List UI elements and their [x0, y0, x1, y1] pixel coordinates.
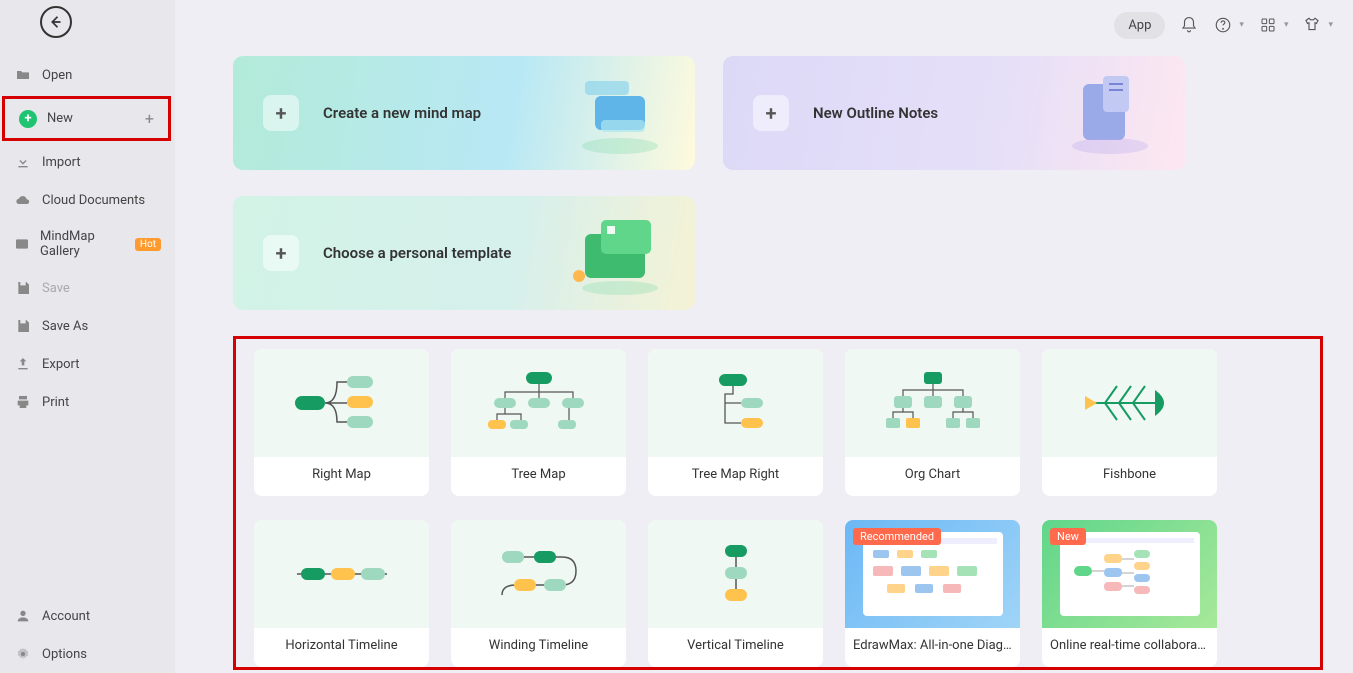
template-label: Tree Map: [451, 457, 626, 496]
template-label: Right Map: [254, 457, 429, 496]
plus-icon: +: [263, 235, 299, 271]
outline-art-icon: [1055, 66, 1165, 160]
sidebar-item-import[interactable]: Import: [0, 143, 175, 181]
cloud-icon: [14, 191, 32, 209]
tree-map-icon: [451, 349, 626, 457]
gear-icon: [14, 645, 32, 663]
plus-icon: +: [145, 109, 154, 128]
right-map-icon: [254, 349, 429, 457]
mindmap-art-icon: [565, 66, 675, 160]
template-label: EdrawMax: All-in-one Diag...: [845, 628, 1020, 667]
template-label: Fishbone: [1042, 457, 1217, 496]
template-tree-map[interactable]: Tree Map: [451, 349, 626, 496]
sidebar-label: Cloud Documents: [42, 193, 145, 208]
plus-icon: +: [753, 95, 789, 131]
card-personal-template[interactable]: + Choose a personal template: [233, 196, 695, 310]
card-outline-notes[interactable]: + New Outline Notes: [723, 56, 1185, 170]
vertical-timeline-icon: [648, 520, 823, 628]
card-title: Create a new mind map: [323, 104, 481, 122]
sidebar-item-cloud[interactable]: Cloud Documents: [0, 181, 175, 219]
sidebar-item-save: Save: [0, 269, 175, 307]
sidebar-label: Options: [42, 647, 87, 662]
template-tree-map-right[interactable]: Tree Map Right: [648, 349, 823, 496]
sidebar-label: Save: [42, 281, 70, 296]
horizontal-timeline-icon: [254, 520, 429, 628]
card-new-mindmap[interactable]: + Create a new mind map: [233, 56, 695, 170]
sidebar-item-saveas[interactable]: Save As: [0, 307, 175, 345]
sidebar-item-account[interactable]: Account: [0, 597, 175, 635]
template-horizontal-timeline[interactable]: Horizontal Timeline: [254, 520, 429, 667]
card-title: Choose a personal template: [323, 244, 511, 262]
sidebar-item-new[interactable]: + New +: [2, 96, 171, 141]
folder-icon: [14, 66, 32, 84]
template-label: Winding Timeline: [451, 628, 626, 667]
template-edrawmax[interactable]: Recommended EdrawMax: All-in-one Diag...: [845, 520, 1020, 667]
fishbone-icon: [1042, 349, 1217, 457]
plus-circle-icon: +: [19, 110, 37, 128]
recommended-badge: Recommended: [853, 528, 941, 545]
main-content: + Create a new mind map + New Outline No…: [175, 0, 1353, 673]
template-right-map[interactable]: Right Map: [254, 349, 429, 496]
saveas-icon: [14, 317, 32, 335]
sidebar-item-options[interactable]: Options: [0, 635, 175, 673]
import-icon: [14, 153, 32, 171]
card-title: New Outline Notes: [813, 104, 938, 122]
save-icon: [14, 279, 32, 297]
sidebar-label: New: [47, 111, 73, 126]
sidebar: Open + New + Import Cloud Documents Mind…: [0, 0, 175, 673]
tree-map-right-icon: [648, 349, 823, 457]
template-label: Online real-time collaborat...: [1042, 628, 1217, 667]
template-grid: Right Map Tree Map Tree Map Right Org Ch…: [233, 336, 1323, 670]
sidebar-label: Save As: [42, 319, 88, 334]
template-winding-timeline[interactable]: Winding Timeline: [451, 520, 626, 667]
sidebar-label: Export: [42, 357, 80, 372]
template-label: Vertical Timeline: [648, 628, 823, 667]
sidebar-label: MindMap Gallery: [40, 229, 125, 259]
sidebar-label: Import: [42, 155, 81, 170]
gallery-icon: [14, 235, 30, 253]
sidebar-item-open[interactable]: Open: [0, 56, 175, 94]
account-icon: [14, 607, 32, 625]
plus-icon: +: [263, 95, 299, 131]
template-online-collab[interactable]: New Online real-time collaborat...: [1042, 520, 1217, 667]
sidebar-label: Print: [42, 395, 69, 410]
template-org-chart[interactable]: Org Chart: [845, 349, 1020, 496]
template-fishbone[interactable]: Fishbone: [1042, 349, 1217, 496]
template-label: Tree Map Right: [648, 457, 823, 496]
new-badge: New: [1050, 528, 1086, 545]
print-icon: [14, 393, 32, 411]
hot-badge: Hot: [135, 238, 161, 251]
org-chart-icon: [845, 349, 1020, 457]
back-button[interactable]: [40, 6, 72, 38]
template-art-icon: [565, 206, 675, 300]
template-vertical-timeline[interactable]: Vertical Timeline: [648, 520, 823, 667]
sidebar-label: Open: [42, 68, 72, 83]
sidebar-label: Account: [42, 609, 90, 624]
export-icon: [14, 355, 32, 373]
template-label: Org Chart: [845, 457, 1020, 496]
template-label: Horizontal Timeline: [254, 628, 429, 667]
sidebar-item-export[interactable]: Export: [0, 345, 175, 383]
sidebar-item-gallery[interactable]: MindMap Gallery Hot: [0, 219, 175, 269]
sidebar-item-print[interactable]: Print: [0, 383, 175, 421]
winding-timeline-icon: [451, 520, 626, 628]
